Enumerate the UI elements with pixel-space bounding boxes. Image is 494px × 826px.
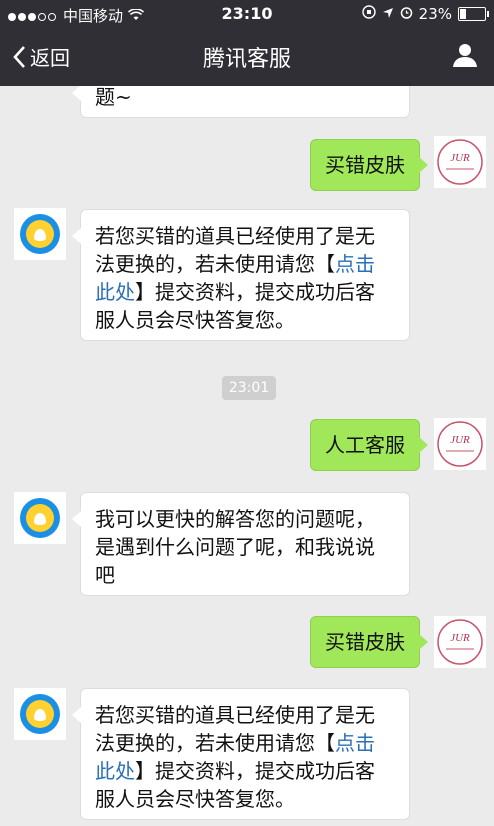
message-text-line: 此处】提交资料，提交成功后客	[95, 759, 375, 783]
message-text: 买错皮肤	[325, 153, 405, 177]
message-text: 是遇到什么问题了呢，和我说说	[95, 535, 375, 559]
avatar[interactable]: JUR	[434, 616, 486, 668]
avatar[interactable]: JUR	[434, 136, 486, 188]
battery-percent: 23%	[418, 5, 452, 23]
rotation-lock-icon	[361, 5, 376, 23]
avatar[interactable]	[14, 688, 66, 740]
message-text: 题~	[95, 86, 132, 109]
message-bubble-incoming: 题~	[72, 86, 410, 118]
message-bubble-outgoing: 人工客服	[310, 419, 428, 471]
page-title: 腾讯客服	[202, 47, 291, 72]
timestamp: 23:01	[222, 376, 276, 400]
svg-text:JUR: JUR	[450, 152, 470, 164]
chat-area[interactable]: 题~ 买错皮肤 JUR 若您买错的道具已经使用了是无 法更换的，若未使用请您【点…	[0, 86, 494, 826]
nav-bar: 返回 腾讯客服	[0, 28, 494, 86]
qq-service-icon	[20, 214, 60, 254]
message-text: 若您买错的道具已经使用了是无	[95, 703, 375, 727]
message-text: 买错皮肤	[325, 630, 405, 654]
jur-logo-icon: JUR	[437, 421, 483, 467]
message-text-line: 此处】提交资料，提交成功后客	[95, 280, 375, 304]
message-bubble-outgoing: 买错皮肤	[310, 139, 428, 191]
message-text: 服人员会尽快答复您。	[95, 308, 295, 332]
message-text: 吧	[95, 563, 115, 587]
avatar[interactable]	[14, 208, 66, 260]
message-bubble-incoming: 若您买错的道具已经使用了是无 法更换的，若未使用请您【点击 此处】提交资料，提交…	[72, 209, 410, 341]
user-profile-icon[interactable]	[452, 42, 478, 72]
svg-text:JUR: JUR	[450, 434, 470, 446]
qq-service-icon	[20, 498, 60, 538]
click-here-link[interactable]: 此处	[95, 280, 135, 304]
message-bubble-incoming: 我可以更快的解答您的问题呢， 是遇到什么问题了呢，和我说说 吧	[72, 492, 410, 596]
svg-text:JUR: JUR	[450, 632, 470, 644]
qq-service-icon	[20, 694, 60, 734]
message-text-line: 法更换的，若未使用请您【点击	[95, 252, 375, 276]
alarm-icon	[400, 5, 413, 23]
message-text: 若您买错的道具已经使用了是无	[95, 224, 375, 248]
message-text: 人工客服	[325, 433, 405, 457]
status-bar: 中国移动 23:10 23%	[0, 0, 494, 28]
click-here-link[interactable]: 点击	[335, 252, 375, 276]
click-here-link[interactable]: 点击	[335, 731, 375, 755]
message-text-line: 法更换的，若未使用请您【点击	[95, 731, 375, 755]
avatar[interactable]: JUR	[434, 418, 486, 470]
message-text: 服人员会尽快答复您。	[95, 787, 295, 811]
message-bubble-outgoing: 买错皮肤	[310, 616, 428, 668]
click-here-link[interactable]: 此处	[95, 759, 135, 783]
avatar[interactable]	[14, 492, 66, 544]
location-icon	[382, 5, 394, 23]
jur-logo-icon: JUR	[437, 619, 483, 665]
battery-icon	[458, 7, 489, 21]
message-bubble-incoming: 若您买错的道具已经使用了是无 法更换的，若未使用请您【点击 此处】提交资料，提交…	[72, 688, 410, 820]
status-right: 23%	[361, 5, 489, 23]
jur-logo-icon: JUR	[437, 139, 483, 185]
message-text: 我可以更快的解答您的问题呢，	[95, 507, 375, 531]
